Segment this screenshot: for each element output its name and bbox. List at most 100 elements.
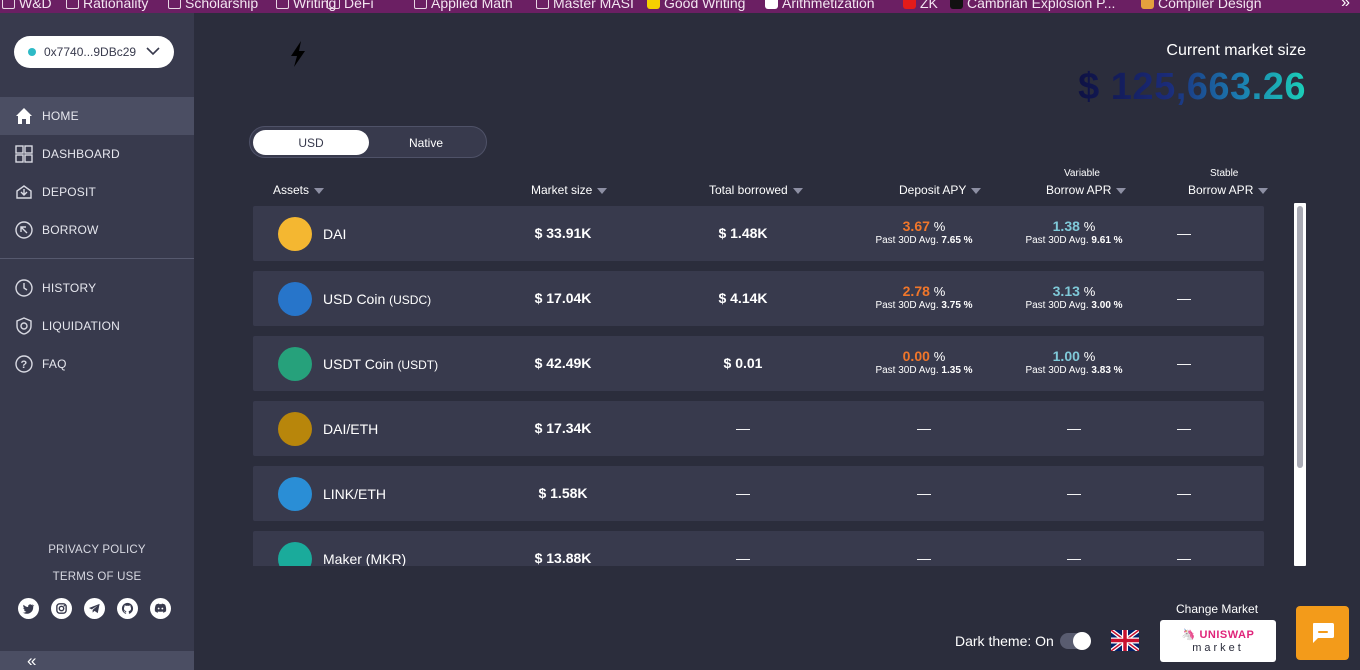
bookmark-item[interactable]: Master MASI [536,0,634,11]
nav-history[interactable]: HISTORY [0,269,194,307]
variable-apr-cell: 1.38 % Past 30D Avg. 9.61 % [1009,218,1139,246]
nav-borrow[interactable]: BORROW [0,211,194,249]
bookmark-item[interactable]: Applied Math [414,0,513,11]
table-row[interactable]: Maker (MKR) $ 13.88K — — — — [253,531,1264,566]
deposit-apy-avg: Past 30D Avg. 7.65 % [859,235,989,246]
table-row[interactable]: DAI/ETH $ 17.34K — — — — [253,401,1264,456]
currency-toggle: USD Native [249,126,487,158]
youtube-favicon [903,0,916,9]
bookmark-item[interactable]: Good Writing [647,0,745,11]
folder-icon [2,0,15,9]
bookmarks-bar: W&D Rationality Scholarship Writing DeFi Appl… [0,0,1360,13]
discord-icon[interactable] [150,598,171,619]
deposit-apy-value: 3.67 % [859,218,989,234]
twitter-icon[interactable] [18,598,39,619]
avg-label: Past 30D Avg. [1025,235,1089,246]
asset-name: DAI/ETH [323,421,378,437]
wallet-address: 0x7740...9DBc29 [44,45,137,59]
header-label: Borrow APR [1046,183,1112,197]
variable-apr-value: 3.13 % [1009,283,1139,299]
header-stable-apr[interactable]: Borrow APR [1188,183,1269,197]
nav-dashboard[interactable]: DASHBOARD [0,135,194,173]
collapse-sidebar-button[interactable]: « [0,651,194,670]
page-favicon [765,0,778,9]
bookmark-label: Arithmetization [782,0,875,11]
toggle-usd[interactable]: USD [253,130,369,155]
nav-faq[interactable]: ? FAQ [0,345,194,383]
terms-of-use-link[interactable]: TERMS OF USE [0,571,194,583]
asset-icon [278,347,312,381]
wallet-selector[interactable]: 0x7740...9DBc29 [14,36,174,68]
avg-value: 7.65 % [941,235,973,246]
bookmark-item[interactable]: W&D [2,0,52,11]
bookmark-item[interactable]: Scholarship [168,0,258,11]
dark-theme-switch-knob[interactable] [1073,632,1091,650]
smiley-favicon [647,0,660,9]
nav-home[interactable]: HOME [0,97,194,135]
social-links [18,598,171,619]
bookmark-item[interactable]: ZK [903,0,938,11]
bookmark-label: Applied Math [431,0,513,11]
instagram-icon[interactable] [51,598,72,619]
nav-label: FAQ [42,357,67,371]
github-icon[interactable] [117,598,138,619]
table-row[interactable]: USDT Coin (USDT) $ 42.49K $ 0.01 0.00 % Past… [253,336,1264,391]
avg-label: Past 30D Avg. [1025,300,1089,311]
asset-name-text: USDT Coin [323,356,394,372]
deposit-apy-cell: — [917,485,931,501]
header-total-borrowed[interactable]: Total borrowed [709,183,803,197]
market-size-cell: $ 13.88K [534,550,592,566]
uk-flag-icon[interactable] [1111,630,1139,651]
table-row[interactable]: LINK/ETH $ 1.58K — — — — [253,466,1264,521]
avg-label: Past 30D Avg. [875,365,939,376]
bookmark-item[interactable]: Compiler Design [1141,0,1261,11]
deposit-apy-cell: — [917,550,931,566]
bookmarks-overflow-button[interactable]: » [1341,0,1350,12]
market-brand: UNISWAP [1199,629,1255,641]
bookmark-item[interactable]: Cambrian Explosion P... [950,0,1115,11]
header-label: Borrow APR [1188,183,1254,197]
asset-name-text: USD Coin [323,291,386,307]
market-size-cell: $ 17.34K [534,420,592,436]
bookmark-item[interactable]: Rationality [66,0,148,11]
variable-apr-cell: — [1067,420,1081,436]
nav-deposit[interactable]: DEPOSIT [0,173,194,211]
total-borrowed-cell: — [736,420,750,436]
deposit-apy-cell: 3.67 % Past 30D Avg. 7.65 % [859,218,989,246]
deposit-apy-number: 3.67 [902,218,930,234]
bookmark-item[interactable]: DeFi [327,0,374,11]
medium-favicon [950,0,963,9]
variable-apr-value: 1.38 % [1009,218,1139,234]
shield-icon [16,317,32,335]
deposit-apy-cell: 2.78 % Past 30D Avg. 3.75 % [859,283,989,311]
telegram-icon[interactable] [84,598,105,619]
change-market-button[interactable]: 🦄 UNISWAP market [1160,620,1276,662]
variable-apr-number: 1.00 [1052,348,1080,364]
nav-label: BORROW [42,223,99,237]
percent-sign: % [1083,284,1096,299]
asset-icon [278,282,312,316]
header-market-size[interactable]: Market size [531,183,608,197]
header-assets[interactable]: Assets [273,183,325,197]
sidebar: 0x7740...9DBc29 HOME DASHBOARD DEPOSIT B… [0,13,194,670]
bookmark-label: Compiler Design [1158,0,1262,11]
table-row[interactable]: DAI $ 33.91K $ 1.48K 3.67 % Past 30D Avg. 7.… [253,206,1264,261]
asset-name: Maker (MKR) [323,551,406,566]
sort-arrow-icon [1258,188,1269,194]
header-deposit-apy[interactable]: Deposit APY [899,183,982,197]
toggle-native[interactable]: Native [368,130,484,155]
sort-arrow-icon [597,188,608,194]
deposit-apy-value: 0.00 % [859,348,989,364]
bookmark-item[interactable]: Arithmetization [765,0,875,11]
asset-name: LINK/ETH [323,486,386,502]
header-variable-apr[interactable]: Borrow APR [1046,183,1127,197]
scrollbar-thumb[interactable] [1297,206,1303,468]
asset-name: DAI [323,226,346,242]
chat-button[interactable] [1296,606,1349,660]
avg-value: 3.83 % [1091,365,1123,376]
stable-apr-cell: — [1177,550,1191,566]
privacy-policy-link[interactable]: PRIVACY POLICY [0,544,194,556]
nav-liquidation[interactable]: LIQUIDATION [0,307,194,345]
stable-apr-cell: — [1177,355,1191,371]
table-row[interactable]: USD Coin (USDC) $ 17.04K $ 4.14K 2.78 % Past… [253,271,1264,326]
